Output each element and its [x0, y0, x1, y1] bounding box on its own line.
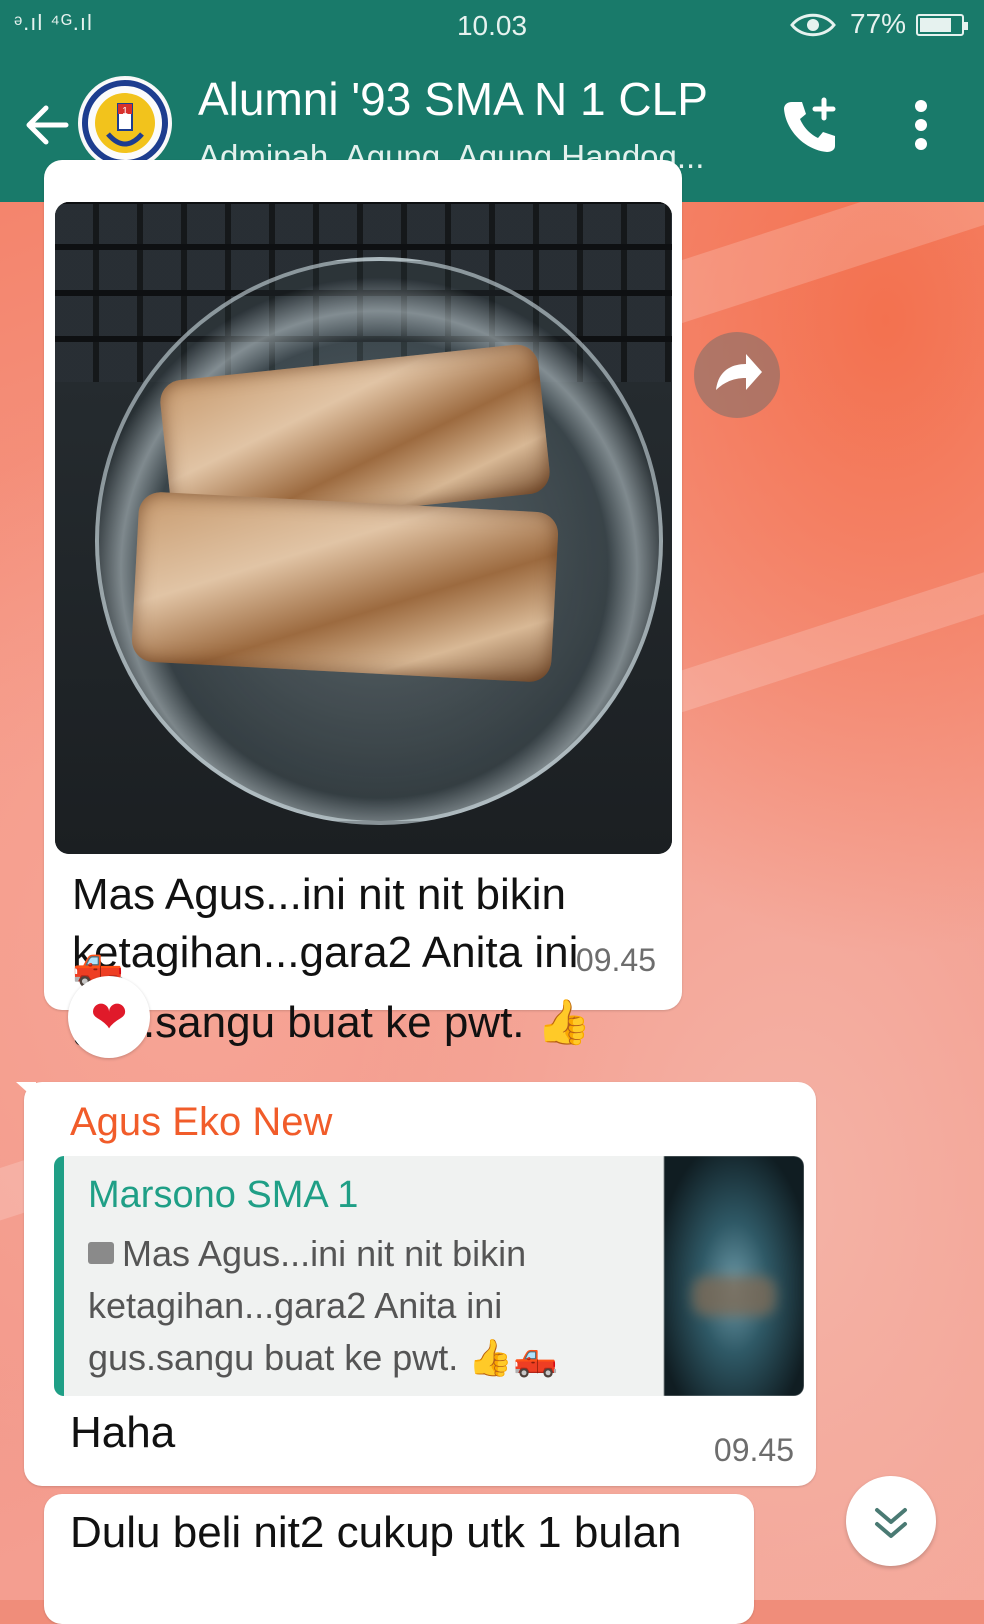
photo-food [130, 491, 560, 683]
quote-accent-bar [54, 1156, 64, 1396]
photo-icon [88, 1242, 114, 1265]
quoted-line: Mas Agus...ini nit nit bikin [88, 1228, 648, 1280]
svg-text:1: 1 [122, 106, 128, 117]
scroll-down-button[interactable] [846, 1476, 936, 1566]
quoted-sender: Marsono SMA 1 [88, 1174, 359, 1216]
clock: 10.03 [456, 10, 528, 41]
wallpaper-streak [653, 562, 984, 718]
message-bubble-image[interactable]: Mas Agus...ini nit nit bikin ketagihan..… [44, 160, 682, 1047]
message-photo[interactable] [55, 202, 672, 854]
message-bubble-text[interactable]: Dulu beli nit2 cukup utk 1 bulan [44, 1494, 754, 1624]
quoted-thumbnail [664, 1156, 804, 1396]
status-bar: ᵊ.ıl ⁴ᴳ.ıl 10.03 77% [0, 0, 984, 50]
group-avatar[interactable]: 1 [78, 76, 172, 170]
quoted-text: Mas Agus...ini nit nit bikin ketagihan..… [88, 1228, 648, 1384]
message-text: Dulu beli nit2 cukup utk 1 bulan [70, 1508, 682, 1557]
heart-reaction[interactable]: ❤ [68, 976, 150, 1058]
chevron-double-down-icon [875, 1508, 907, 1538]
message-text: Haha [70, 1408, 176, 1457]
add-call-icon[interactable] [780, 96, 840, 156]
caption-line: Mas Agus...ini nit nit bikin [72, 870, 567, 919]
quoted-line-text: Mas Agus...ini nit nit bikin [122, 1233, 527, 1274]
message-bubble-reply[interactable]: Agus Eko New Marsono SMA 1 Mas Agus...in… [16, 1082, 816, 1486]
quoted-message[interactable]: Marsono SMA 1 Mas Agus...ini nit nit bik… [54, 1156, 804, 1396]
caption-line: gus.sangu buat ke pwt. 👍 [72, 998, 592, 1047]
caption-line: ketagihan...gara2 Anita ini [72, 928, 579, 977]
eye-icon [790, 10, 836, 47]
forward-button[interactable] [694, 332, 780, 418]
chat-title[interactable]: Alumni '93 SMA N 1 CLP [198, 72, 708, 126]
quoted-line: ketagihan...gara2 Anita ini [88, 1285, 503, 1326]
battery-icon [916, 14, 968, 36]
battery-percent: 77% [850, 8, 907, 39]
quoted-line: gus.sangu buat ke pwt. 👍🛻 [88, 1337, 558, 1378]
sender-name[interactable]: Agus Eko New [70, 1100, 332, 1145]
message-time: 09.45 [575, 942, 656, 978]
message-caption: Mas Agus...ini nit nit bikin ketagihan..… [72, 866, 652, 1052]
more-vertical-icon[interactable] [906, 100, 936, 156]
arrow-left-icon[interactable] [22, 100, 72, 150]
message-time: 09.45 [713, 1432, 794, 1468]
